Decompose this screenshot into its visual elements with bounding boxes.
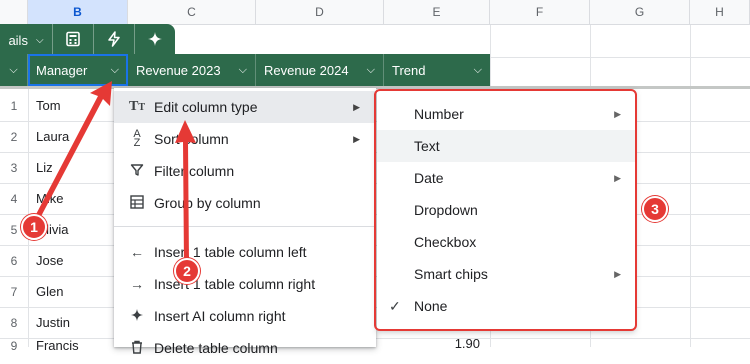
annotation-arrows [32, 81, 196, 264]
annotation-arrow-1 [32, 81, 112, 224]
annotation-badge-1: 1 [21, 214, 47, 240]
annotation-arrow-2 [175, 120, 196, 264]
annotation-badge-2: 2 [174, 258, 200, 284]
annotation-badge-3: 3 [642, 196, 668, 222]
